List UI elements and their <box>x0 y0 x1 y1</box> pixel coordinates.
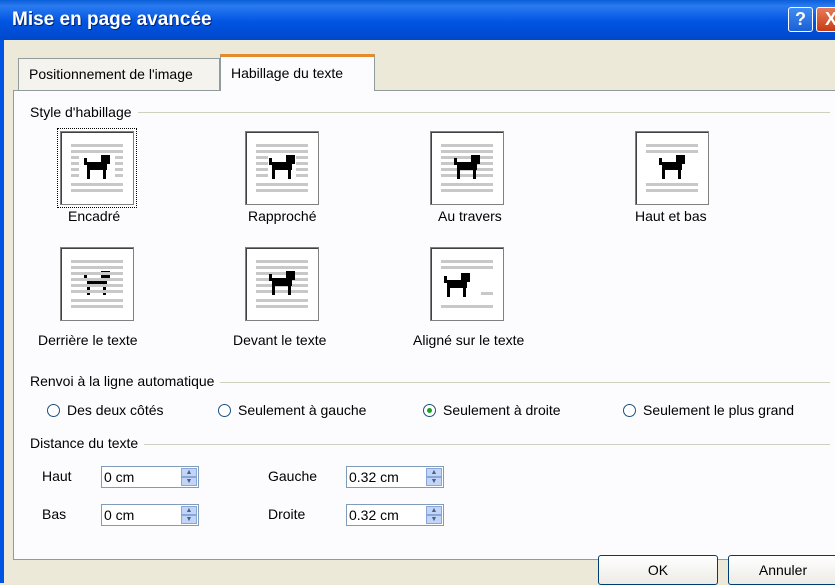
spin-up-icon[interactable]: ▲ <box>181 468 197 477</box>
top-bottom-wrap-label: Haut et bas <box>635 208 707 224</box>
droite-input[interactable] <box>349 506 419 524</box>
through-wrap-label: Au travers <box>438 208 502 224</box>
radio-seulement-plus-grand[interactable] <box>623 404 636 417</box>
inline-text-label: Aligné sur le texte <box>413 332 525 348</box>
window-frame <box>0 40 4 583</box>
tab-panel <box>13 90 835 560</box>
close-button[interactable]: X <box>816 7 835 32</box>
behind-text-icon[interactable] <box>60 247 134 321</box>
bas-label: Bas <box>42 506 67 522</box>
radio-label-des-deux-cotes: Des deux côtés <box>67 402 164 418</box>
haut-label: Haut <box>42 468 72 484</box>
through-wrap-icon[interactable] <box>430 131 504 205</box>
bas-spinner[interactable]: ▲▼ <box>101 504 199 526</box>
wrap-style-group-label: Style d'habillage <box>30 104 138 120</box>
top-bottom-wrap-icon[interactable] <box>635 131 709 205</box>
in-front-text-label: Devant le texte <box>233 332 327 348</box>
inline-text-icon[interactable] <box>430 247 504 321</box>
tight-wrap-icon[interactable] <box>245 131 319 205</box>
tight-wrap-label: Rapproché <box>248 208 317 224</box>
gauche-label: Gauche <box>268 468 318 484</box>
tab-positionnement[interactable]: Positionnement de l'image <box>18 58 220 90</box>
help-button[interactable]: ? <box>788 7 813 32</box>
gauche-spinner[interactable]: ▲▼ <box>346 466 444 488</box>
group-divider <box>30 112 830 113</box>
radio-label-seulement-droite: Seulement à droite <box>443 402 561 418</box>
ok-button[interactable]: OK <box>598 555 718 585</box>
close-icon: X <box>824 9 835 29</box>
spin-up-icon[interactable]: ▲ <box>181 506 197 515</box>
cancel-button[interactable]: Annuler <box>728 555 835 585</box>
spin-down-icon[interactable]: ▼ <box>181 477 197 486</box>
spin-up-icon[interactable]: ▲ <box>426 468 442 477</box>
radio-seulement-droite[interactable] <box>423 404 436 417</box>
square-wrap-icon[interactable] <box>57 128 137 208</box>
haut-spinner[interactable]: ▲▼ <box>101 466 199 488</box>
title-bar: Mise en page avancée ? X <box>0 0 835 40</box>
droite-spinner[interactable]: ▲▼ <box>346 504 444 526</box>
help-icon: ? <box>795 9 806 29</box>
spin-up-icon[interactable]: ▲ <box>426 506 442 515</box>
spin-down-icon[interactable]: ▼ <box>426 477 442 486</box>
spin-down-icon[interactable]: ▼ <box>181 515 197 524</box>
tab-habillage[interactable]: Habillage du texte <box>220 54 375 91</box>
haut-input[interactable] <box>104 468 174 486</box>
wrap-text-group-label: Renvoi à la ligne automatique <box>30 373 221 389</box>
behind-text-label: Derrière le texte <box>38 332 138 348</box>
radio-des-deux-cotes[interactable] <box>47 404 60 417</box>
bas-input[interactable] <box>104 506 174 524</box>
radio-label-seulement-gauche: Seulement à gauche <box>238 402 367 418</box>
square-wrap-label: Encadré <box>68 208 121 224</box>
droite-label: Droite <box>268 506 306 522</box>
group-divider <box>30 444 830 445</box>
gauche-input[interactable] <box>349 468 419 486</box>
radio-seulement-gauche[interactable] <box>218 404 231 417</box>
in-front-text-icon[interactable] <box>245 247 319 321</box>
distance-group-label: Distance du texte <box>30 435 145 451</box>
window-title: Mise en page avancée <box>12 9 212 30</box>
radio-label-seulement-plus-grand: Seulement le plus grand <box>643 402 794 418</box>
spin-down-icon[interactable]: ▼ <box>426 515 442 524</box>
